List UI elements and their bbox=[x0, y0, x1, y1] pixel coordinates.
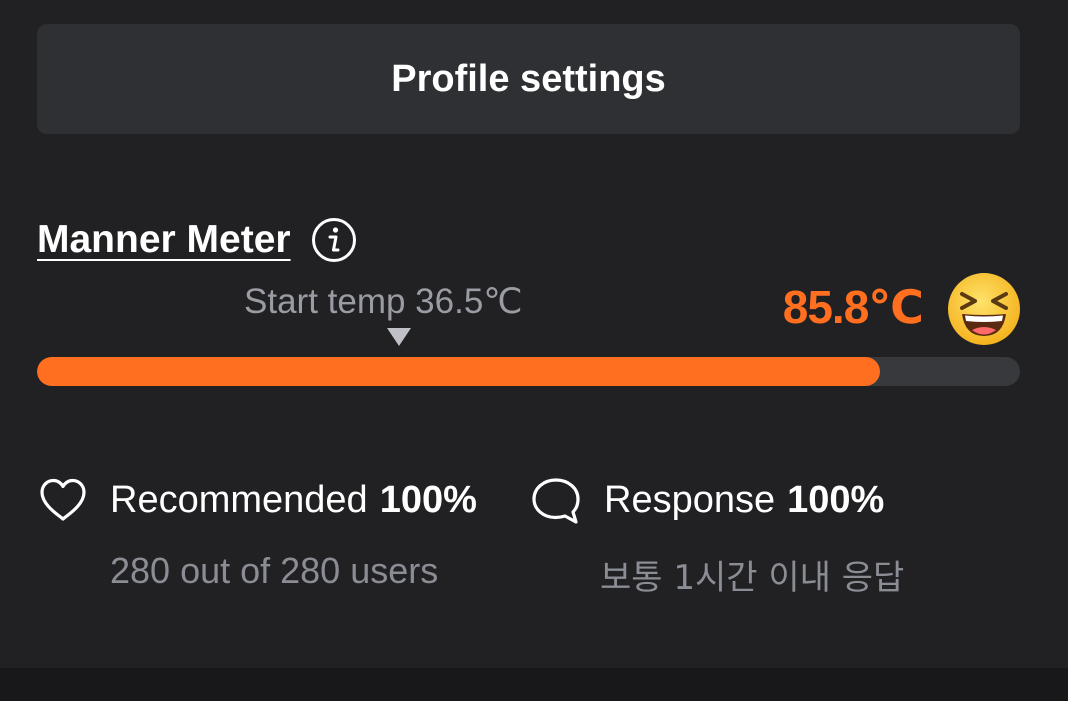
recommended-stat: Recommended 100% bbox=[37, 472, 477, 528]
manner-meter-bar bbox=[37, 357, 1020, 386]
grinning-squinting-face-icon bbox=[947, 272, 1021, 346]
current-temperature: 85.8℃ bbox=[782, 281, 924, 333]
chat-bubble-outline-icon bbox=[530, 474, 582, 526]
manner-meter-title[interactable]: Manner Meter bbox=[37, 218, 291, 262]
manner-meter-fill bbox=[37, 357, 881, 386]
profile-settings-button[interactable]: Profile settings bbox=[37, 24, 1020, 134]
response-detail: 보통 1시간 이내 응답 bbox=[600, 558, 905, 598]
response-percent: 100% bbox=[787, 478, 885, 521]
recommended-detail: 280 out of 280 users bbox=[110, 550, 439, 591]
recommended-label: Recommended bbox=[110, 478, 368, 521]
bottom-divider-band bbox=[0, 668, 1068, 701]
start-temp-marker bbox=[387, 328, 411, 346]
info-icon[interactable] bbox=[311, 217, 357, 263]
manner-meter-header: Manner Meter bbox=[37, 212, 357, 268]
response-stat: Response 100% bbox=[530, 472, 884, 528]
response-label: Response bbox=[604, 478, 776, 521]
start-temp-label: Start temp 36.5℃ bbox=[244, 282, 523, 321]
recommended-percent: 100% bbox=[379, 478, 477, 521]
heart-outline-icon bbox=[37, 474, 89, 526]
